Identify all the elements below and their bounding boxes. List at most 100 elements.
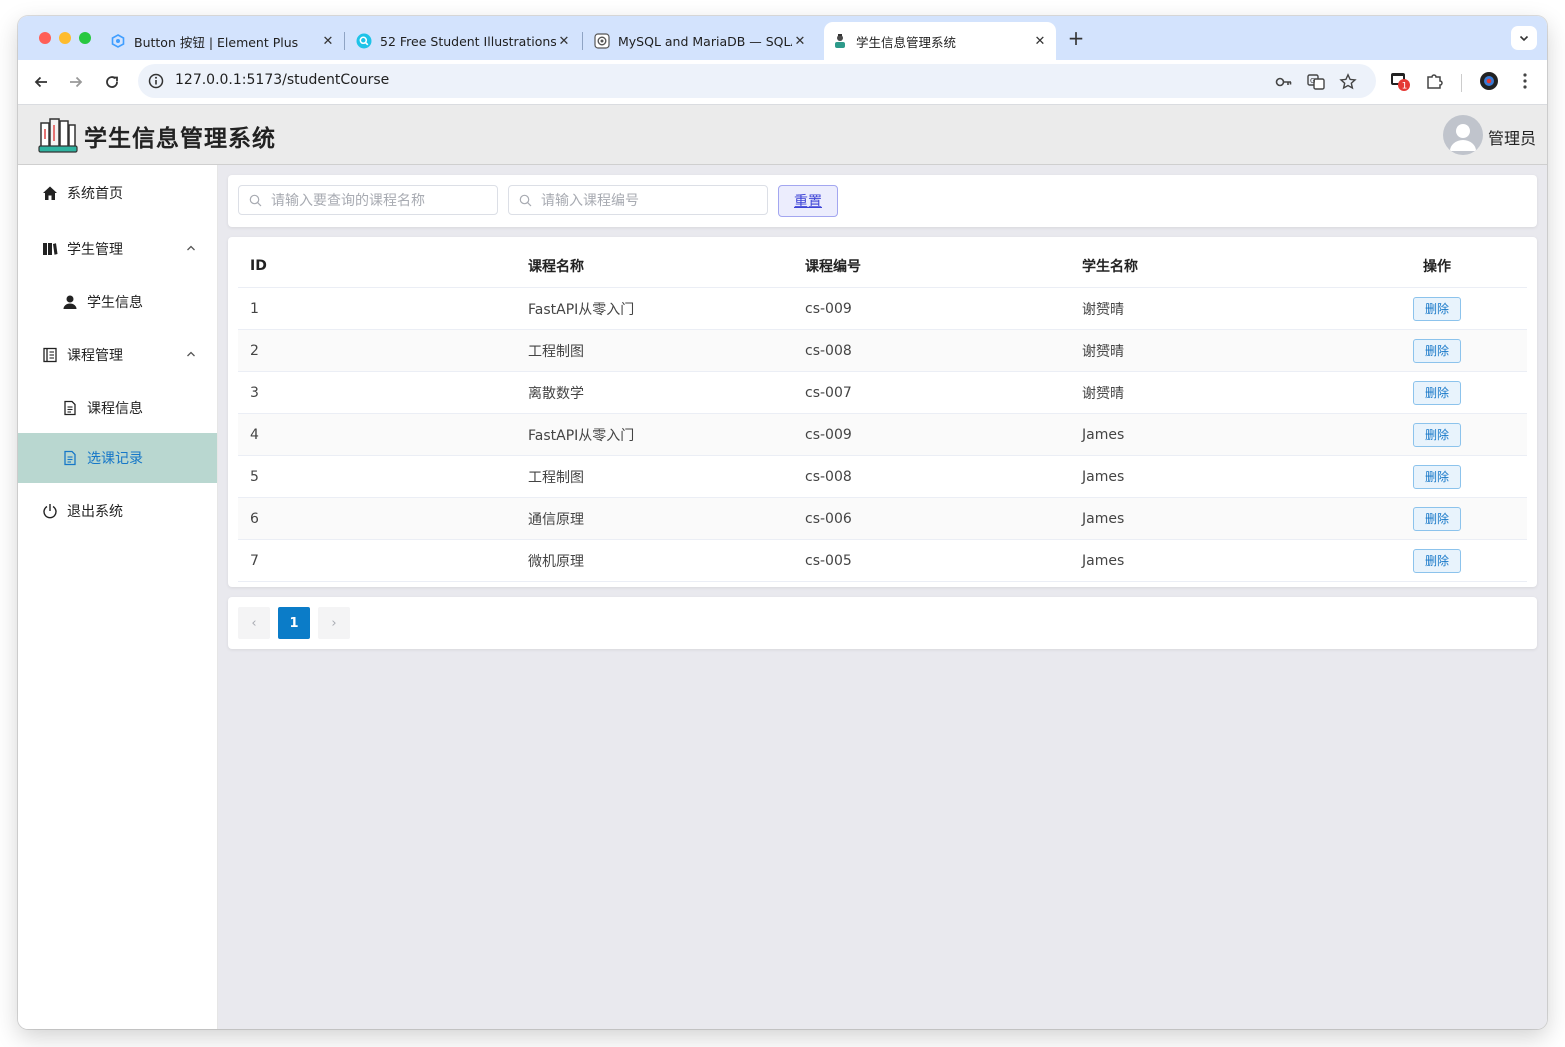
cell-course-code: cs-006	[793, 497, 1070, 540]
user-icon	[1450, 124, 1476, 151]
cell-course-name: FastAPI从零入门	[516, 413, 793, 456]
browser-menu-icon[interactable]	[1514, 70, 1536, 92]
reload-icon	[106, 76, 118, 88]
minimize-window-button[interactable]	[59, 32, 71, 44]
password-key-icon[interactable]	[1275, 73, 1293, 91]
delete-button[interactable]: 删除	[1413, 506, 1461, 531]
tab-title: MySQL and MariaDB — SQLA	[618, 33, 792, 49]
arrow-right-icon	[70, 76, 83, 88]
search-card: 重置	[228, 175, 1537, 227]
cell-student-name: James	[1070, 497, 1347, 540]
sidebar-item-student-management[interactable]: 学生管理	[18, 224, 217, 274]
sidebar-item-logout[interactable]: 退出系统	[18, 486, 217, 536]
prev-page-button[interactable]: ‹	[238, 607, 270, 639]
tab-search-button[interactable]	[1511, 26, 1537, 50]
extension-notification-icon[interactable]: 1	[1389, 70, 1411, 92]
delete-button[interactable]: 删除	[1413, 338, 1461, 363]
table-row: 7 微机原理 cs-005 James 删除	[238, 539, 1527, 582]
translate-icon[interactable]: G	[1307, 73, 1325, 91]
sidebar-item-student-info[interactable]: 学生信息	[18, 277, 217, 327]
cell-id: 7	[238, 539, 516, 582]
extension-badge: 1	[1402, 81, 1408, 91]
next-page-button[interactable]: ›	[318, 607, 350, 639]
url-text[interactable]: 127.0.0.1:5173/studentCourse	[175, 72, 389, 88]
new-tab-button[interactable]: +	[1066, 28, 1086, 48]
person-icon	[61, 293, 79, 311]
browser-window: Button 按钮 | Element Plus ✕ 52 Free Stude…	[18, 16, 1547, 1029]
cell-course-code: cs-009	[793, 287, 1070, 330]
delete-button[interactable]: 删除	[1413, 464, 1461, 489]
tab-sqlalchemy[interactable]: MySQL and MariaDB — SQLA ✕	[594, 22, 808, 60]
search-icon	[356, 33, 372, 49]
profile-avatar-icon[interactable]	[1478, 70, 1500, 92]
page-number-button[interactable]: 1	[278, 607, 310, 639]
cell-course-name: FastAPI从零入门	[516, 287, 793, 330]
site-info-icon[interactable]	[148, 73, 164, 89]
address-bar[interactable]: 127.0.0.1:5173/studentCourse G	[138, 64, 1376, 98]
search-icon	[249, 194, 262, 207]
tab-element-plus[interactable]: Button 按钮 | Element Plus ✕	[110, 22, 336, 60]
close-window-button[interactable]	[39, 32, 51, 44]
cell-course-code: cs-008	[793, 455, 1070, 498]
zoom-window-button[interactable]	[79, 32, 91, 44]
tab-title: 学生信息管理系统	[856, 34, 957, 50]
bookmark-star-icon[interactable]	[1339, 73, 1357, 91]
cell-actions: 删除	[1347, 539, 1527, 582]
column-header-course-code: 课程编号	[793, 245, 1070, 288]
column-header-student-name: 学生名称	[1070, 245, 1347, 288]
tab-close-icon[interactable]: ✕	[556, 34, 572, 49]
sidebar-item-label: 课程管理	[67, 348, 123, 364]
delete-button[interactable]: 删除	[1413, 548, 1461, 573]
book-icon	[41, 240, 59, 258]
table-row: 6 通信原理 cs-006 James 删除	[238, 497, 1527, 540]
tab-close-icon[interactable]: ✕	[792, 34, 808, 49]
forward-button[interactable]	[64, 70, 88, 94]
sidebar-item-enrollment-records[interactable]: 选课记录	[18, 433, 217, 483]
column-header-id: ID	[238, 245, 516, 288]
user-avatar[interactable]	[1443, 115, 1483, 155]
cell-student-name: 谢赟晴	[1070, 287, 1347, 330]
course-no-input[interactable]	[539, 187, 753, 215]
cell-actions: 删除	[1347, 287, 1527, 330]
course-no-search[interactable]	[508, 185, 768, 215]
document-icon	[61, 399, 79, 417]
sidebar-item-course-info[interactable]: 课程信息	[18, 383, 217, 433]
table-row: 3 离散数学 cs-007 谢赟晴 删除	[238, 371, 1527, 414]
table-row: 5 工程制图 cs-008 James 删除	[238, 455, 1527, 498]
enrollment-table: ID 课程名称 课程编号 学生名称 操作 1 FastAPI从零入门 cs-00…	[238, 245, 1527, 582]
sidebar-item-course-management[interactable]: 课程管理	[18, 330, 217, 380]
delete-button[interactable]: 删除	[1413, 296, 1461, 321]
sidebar-item-home[interactable]: 系统首页	[18, 168, 217, 218]
sidebar: 系统首页 学生管理 学生信息 课程管理 课程信息 选课记录 退出系统	[18, 165, 218, 1029]
cell-course-code: cs-008	[793, 329, 1070, 372]
user-name[interactable]: 管理员	[1488, 125, 1536, 149]
power-icon	[41, 502, 59, 520]
reload-button[interactable]	[100, 70, 124, 94]
tab-student-system[interactable]: 学生信息管理系统 ✕	[824, 22, 1056, 60]
svg-text:G: G	[1310, 77, 1315, 85]
tab-close-icon[interactable]: ✕	[320, 34, 336, 49]
sidebar-item-label: 系统首页	[67, 186, 123, 202]
cell-student-name: James	[1070, 455, 1347, 498]
extensions-puzzle-icon[interactable]	[1424, 70, 1446, 92]
tab-title: Button 按钮 | Element Plus	[134, 34, 299, 50]
back-button[interactable]	[29, 70, 53, 94]
sidebar-item-label: 退出系统	[67, 504, 123, 520]
course-name-input[interactable]	[269, 187, 483, 215]
arrow-left-icon	[34, 76, 47, 88]
tab-close-icon[interactable]: ✕	[1032, 34, 1048, 49]
course-name-search[interactable]	[238, 185, 498, 215]
column-header-course-name: 课程名称	[516, 245, 793, 288]
reset-button[interactable]: 重置	[778, 185, 838, 217]
delete-button[interactable]: 删除	[1413, 422, 1461, 447]
cell-course-code: cs-005	[793, 539, 1070, 582]
cell-course-name: 工程制图	[516, 329, 793, 372]
browser-toolbar: 127.0.0.1:5173/studentCourse G 1	[18, 60, 1547, 105]
tab-student-illustrations[interactable]: 52 Free Student Illustrations - ✕	[356, 22, 572, 60]
cell-actions: 删除	[1347, 497, 1527, 540]
cell-actions: 删除	[1347, 455, 1527, 498]
student-icon	[832, 33, 848, 49]
cell-student-name: James	[1070, 539, 1347, 582]
cell-id: 3	[238, 371, 516, 414]
delete-button[interactable]: 删除	[1413, 380, 1461, 405]
